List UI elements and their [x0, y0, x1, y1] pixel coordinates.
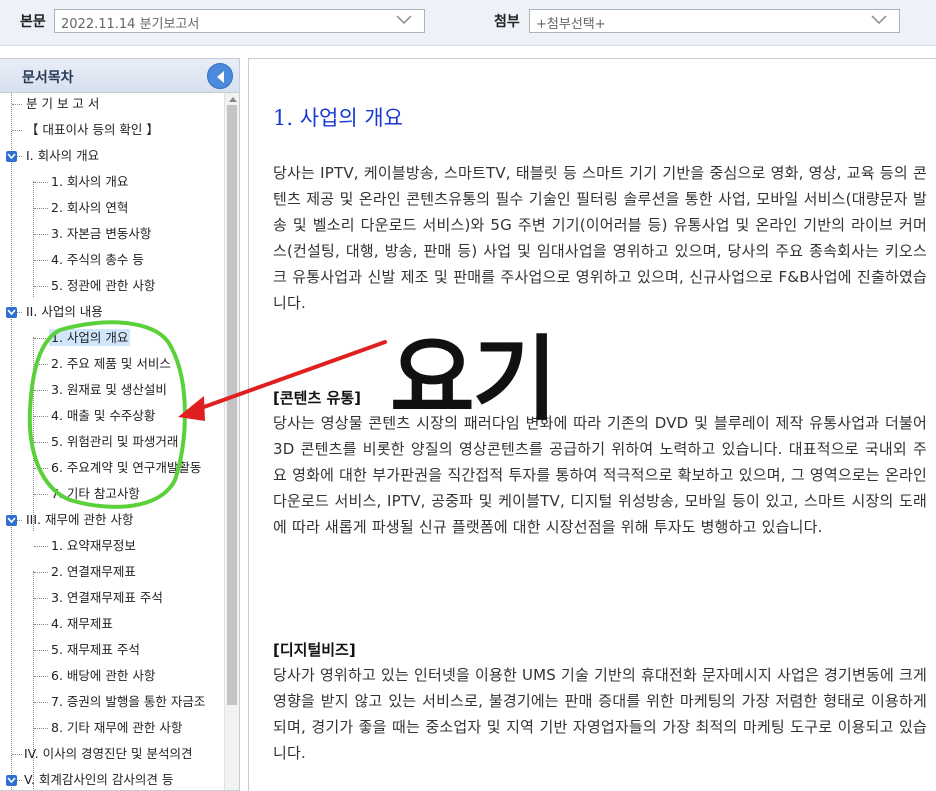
chevron-down-icon: [396, 13, 412, 27]
toc-item[interactable]: 7. 기타 참고사항: [49, 483, 142, 505]
tree-line: [33, 181, 34, 297]
main-doc-select[interactable]: 2022.11.14 분기보고서: [54, 9, 425, 33]
toc-item[interactable]: 2. 주요 제품 및 서비스: [49, 353, 173, 375]
attachment-label: 첨부: [494, 14, 520, 30]
toc-item[interactable]: 4. 주식의 총수 등: [49, 249, 146, 271]
toc-item[interactable]: 5. 위험관리 및 파생거래: [49, 431, 180, 453]
collapse-sidebar-button[interactable]: [207, 63, 233, 89]
toc-item[interactable]: 1. 회사의 개요: [49, 171, 130, 193]
toc-item[interactable]: 2. 연결재무제표: [49, 561, 138, 583]
collapse-toggle-icon[interactable]: [6, 307, 17, 318]
top-toolbar: 본문 2022.11.14 분기보고서 첨부 +첨부선택+: [0, 0, 936, 46]
section-title: 1. 사업의 개요: [273, 106, 403, 130]
subheading-content-distribution: [콘텐츠 유통]: [273, 389, 361, 407]
main-doc-label: 본문: [20, 14, 46, 30]
toc-item[interactable]: 3. 자본금 변동사항: [49, 223, 153, 245]
toc-item[interactable]: 5. 정관에 관한 사항: [49, 275, 157, 297]
toc-item[interactable]: 7. 증권의 발행을 통한 자금조: [49, 691, 207, 713]
toc-tree: 분 기 보 고 서 【 대표이사 등의 확인 】 I. 회사의 개요 1. 회사…: [0, 93, 224, 790]
document-content: 1. 사업의 개요 당사는 IPTV, 케이블방송, 스마트TV, 태블릿 등 …: [248, 58, 936, 791]
chevron-down-icon: [871, 13, 887, 27]
attachment-select-value: +첨부선택+: [536, 17, 606, 32]
toc-item[interactable]: 3. 연결재무제표 주석: [49, 587, 165, 609]
toc-item[interactable]: IV. 이사의 경영진단 및 분석의견: [22, 743, 195, 765]
toc-item[interactable]: I. 회사의 개요: [24, 145, 101, 167]
toc-scrollbar[interactable]: [224, 93, 239, 790]
main-doc-select-value: 2022.11.14 분기보고서: [61, 17, 200, 32]
toc-item-active[interactable]: 1. 사업의 개요: [49, 327, 131, 349]
paragraph-content-distribution: 당사는 영상물 콘텐츠 시장의 패러다임 변화에 따라 기존의 DVD 및 블루…: [273, 414, 927, 536]
paragraph-overview: 당사는 IPTV, 케이블방송, 스마트TV, 태블릿 등 스마트 기기 기반을…: [273, 164, 927, 312]
toc-item[interactable]: 4. 매출 및 수주상황: [49, 405, 157, 427]
toc-item[interactable]: 8. 기타 재무에 관한 사항: [49, 717, 184, 739]
collapse-toggle-icon[interactable]: [6, 775, 17, 786]
toc-item[interactable]: III. 재무에 관한 사항: [24, 509, 135, 531]
toc-item[interactable]: 6. 주요계약 및 연구개발활동: [49, 457, 203, 479]
toc-title: 문서목차: [22, 70, 74, 86]
toc-item[interactable]: 1. 요약재무정보: [49, 535, 138, 557]
collapse-toggle-icon[interactable]: [6, 151, 17, 162]
toc-sidebar: 문서목차 분 기 보 고 서 【 대표이사 등의 확인 】 I. 회사의 개요 …: [0, 58, 240, 791]
toc-item[interactable]: 2. 회사의 연혁: [49, 197, 130, 219]
toc-item[interactable]: V. 회계감사인의 감사의견 등: [22, 769, 175, 790]
chevron-left-icon: [217, 71, 224, 83]
toc-item[interactable]: 분 기 보 고 서: [24, 93, 101, 115]
toc-header: 문서목차: [0, 59, 239, 93]
collapse-toggle-icon[interactable]: [6, 515, 17, 526]
scroll-up-arrow-icon[interactable]: [229, 97, 237, 102]
toc-item[interactable]: 5. 재무제표 주석: [49, 639, 142, 661]
toc-item[interactable]: 【 대표이사 등의 확인 】: [24, 119, 161, 141]
scrollbar-thumb[interactable]: [227, 105, 237, 705]
toc-item[interactable]: II. 사업의 내용: [24, 301, 105, 323]
tree-line: [33, 337, 34, 531]
subheading-digital-biz: [디지털비즈]: [273, 641, 356, 659]
toc-item[interactable]: 4. 재무제표: [49, 613, 115, 635]
toc-item[interactable]: 3. 원재료 및 생산설비: [49, 379, 169, 401]
toc-item[interactable]: 6. 배당에 관한 사항: [49, 665, 157, 687]
paragraph-digital-biz: 당사가 영위하고 있는 인터넷을 이용한 UMS 기술 기반의 휴대전화 문자메…: [273, 666, 927, 762]
tree-line: [11, 93, 12, 790]
attachment-select[interactable]: +첨부선택+: [529, 9, 900, 33]
